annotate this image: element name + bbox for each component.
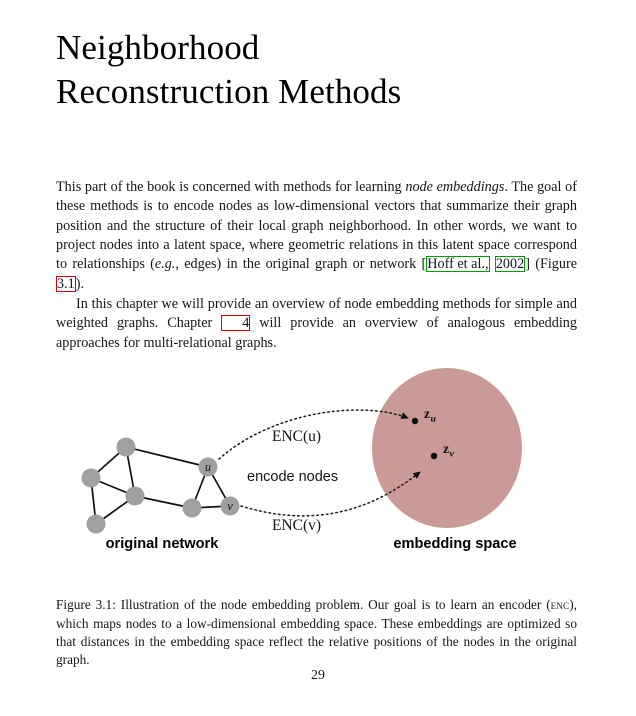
figure-3-1: u v zu zv ENC(u) ENC(v) encode nodes ori…: [0, 352, 636, 567]
embedding-point-zu: [411, 417, 419, 425]
body-paragraph-1: This part of the book is concerned with …: [56, 178, 577, 294]
figure-reference-link-3-1[interactable]: 3.1: [56, 275, 76, 292]
enc-upper-label: ENC(u): [272, 428, 321, 445]
chapter-reference-link-4[interactable]: 4: [221, 315, 251, 332]
graph-node-3: [86, 514, 106, 534]
citation-link-hoff-author[interactable]: Hoff et al.,: [426, 256, 490, 273]
embedding-point-zv: [430, 452, 438, 460]
page-number: 29: [311, 668, 325, 683]
encode-nodes-label: encode nodes: [247, 469, 338, 485]
p1-segment-1: This part of the book is concerned with …: [56, 179, 406, 196]
graph-node-v-label: v: [227, 499, 233, 513]
p1-segment-5: ).: [75, 275, 85, 292]
graph-node-1: [116, 437, 136, 457]
citation-link-hoff-year[interactable]: 2002: [494, 256, 526, 273]
embedding-space-label: embedding space: [393, 536, 516, 552]
enc-lower-label: ENC(v): [272, 517, 321, 534]
graph-node-5: [182, 498, 202, 518]
chapter-title-line-1: Neighborhood: [56, 28, 260, 67]
graph-node-2: [81, 468, 101, 488]
figure-illustration: u v zu zv ENC(u) ENC(v) encode nodes ori…: [81, 368, 522, 552]
caption-enc-smallcaps: enc: [550, 598, 570, 613]
chapter-title: Neighborhood Reconstruction Methods: [56, 26, 576, 114]
document-page: Neighborhood Reconstruction Methods This…: [0, 0, 636, 716]
graph-node-u-label: u: [205, 460, 211, 474]
p1-segment-4: ] (Figure: [525, 256, 577, 273]
p1-emphasis-node-embeddings: node embeddings: [405, 179, 505, 196]
p1-segment-3: , edges) in the original graph or networ…: [175, 256, 427, 273]
chapter-title-line-2: Reconstruction Methods: [56, 72, 402, 112]
p1-emphasis-eg: e.g.: [154, 256, 176, 273]
caption-segment-1: Illustration of the node embedding probl…: [120, 597, 551, 613]
graph-node-4: [125, 486, 145, 506]
figure-caption: Figure 3.1: Illustration of the node emb…: [56, 596, 577, 669]
original-network-label: original network: [106, 536, 220, 552]
body-paragraph-2: In this chapter we will provide an overv…: [56, 295, 577, 353]
graph-nodes: [81, 437, 240, 534]
caption-prefix: Figure 3.1:: [56, 597, 121, 613]
